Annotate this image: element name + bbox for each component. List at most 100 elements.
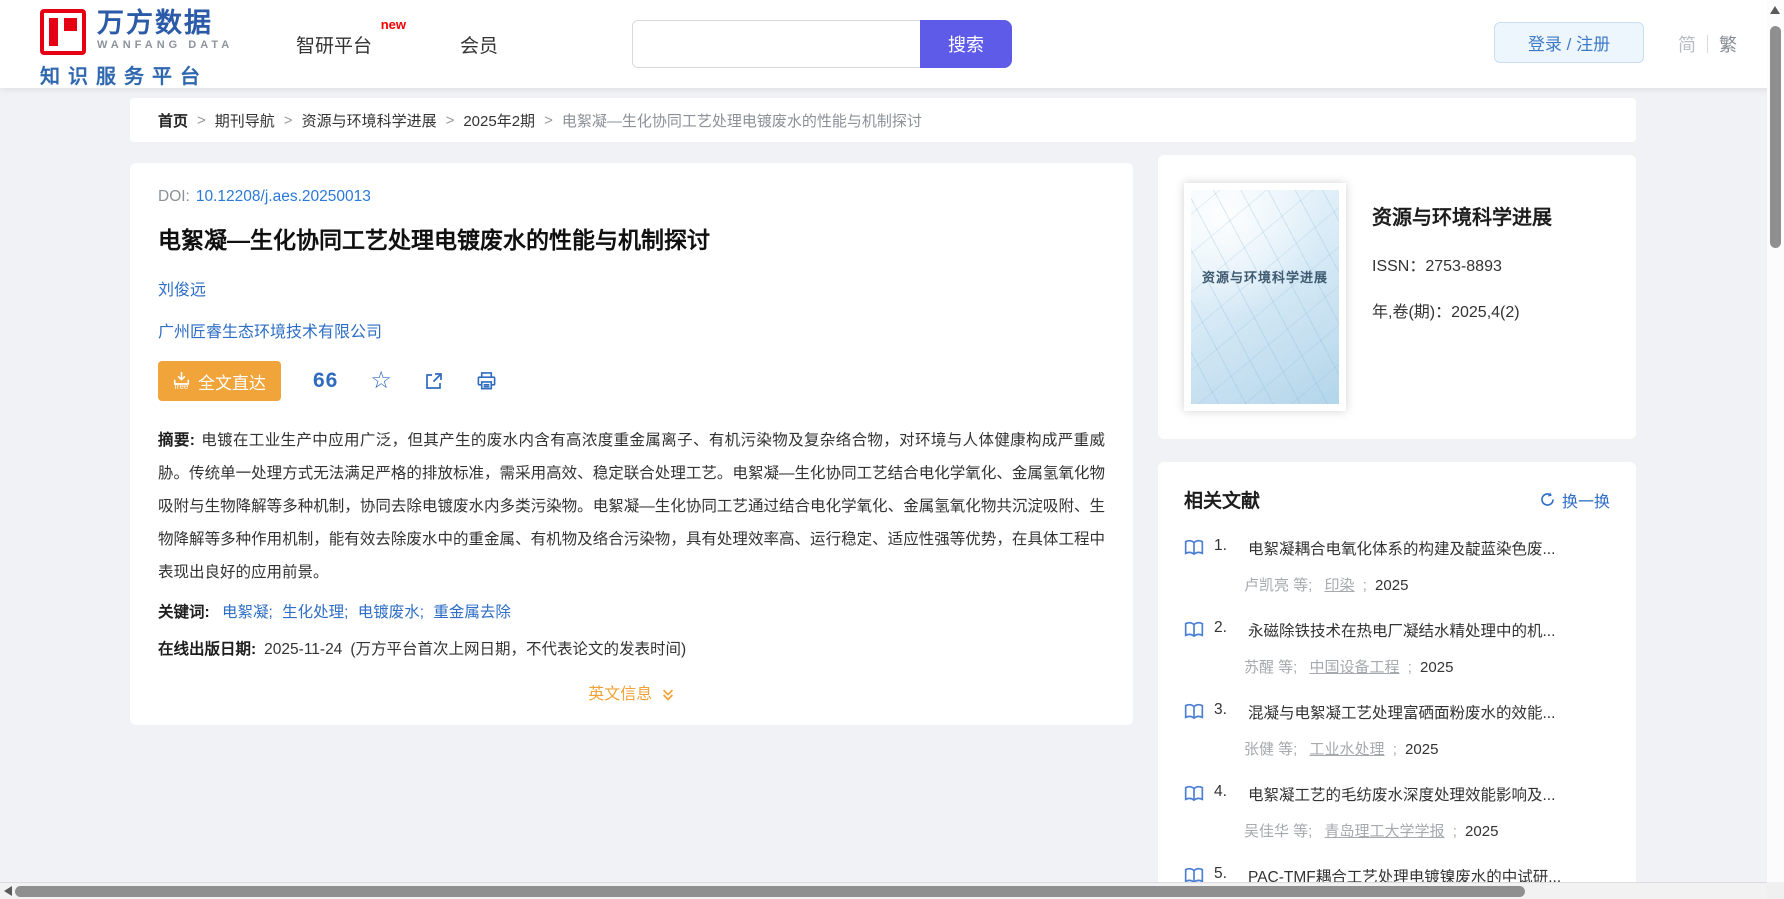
related-item-title[interactable]: 混凝与电絮凝工艺处理富硒面粉废水的效能... bbox=[1248, 701, 1610, 723]
cite-icon[interactable]: 66 bbox=[313, 369, 338, 393]
keyword-link[interactable]: 电絮凝 bbox=[222, 604, 269, 621]
new-badge: new bbox=[380, 16, 407, 32]
related-title: 相关文献 bbox=[1184, 491, 1261, 512]
search-button[interactable]: 搜索 bbox=[920, 20, 1012, 68]
breadcrumb-issue[interactable]: 2025年2期 bbox=[463, 110, 535, 131]
refresh-label: 换一换 bbox=[1561, 493, 1610, 511]
lang-divider bbox=[1707, 35, 1708, 53]
keyword-separator: ; bbox=[268, 604, 273, 621]
horizontal-scrollbar-thumb[interactable] bbox=[15, 886, 1525, 897]
brand-tagline: 知识服务平台 bbox=[40, 66, 208, 88]
related-item-number: 5. bbox=[1214, 865, 1227, 882]
related-item-number: 1. bbox=[1214, 537, 1227, 554]
pubdate-note: (万方平台首次上网日期，不代表论文的发表时间) bbox=[350, 641, 687, 658]
related-item: 4. 电絮凝工艺的毛纺废水深度处理效能影响及... 吴佳华 等; 青岛理工大学学… bbox=[1184, 783, 1610, 841]
pubdate-label: 在线出版日期: bbox=[158, 641, 257, 658]
vertical-scrollbar-thumb[interactable] bbox=[1770, 26, 1781, 248]
pubdate-value: 2025-11-24 bbox=[264, 641, 343, 658]
related-source-link[interactable]: 工业水处理 bbox=[1310, 741, 1385, 758]
nav-member[interactable]: 会员 bbox=[460, 31, 498, 58]
related-source-link[interactable]: 印染 bbox=[1325, 577, 1355, 594]
keywords-row: 关键词: 电絮凝; 生化处理; 电镀废水; 重金属去除 bbox=[158, 600, 1105, 622]
keyword-separator: ; bbox=[419, 604, 425, 621]
fulltext-label: 全文直达 bbox=[198, 373, 266, 393]
related-item-meta: 张健 等; 工业水处理 ; 2025 bbox=[1184, 738, 1610, 759]
page: 万方数据 WANFANG DATA 知识服务平台 智研平台 new 会员 搜索 … bbox=[0, 0, 1784, 899]
lang-traditional[interactable]: 繁 bbox=[1719, 31, 1737, 57]
vertical-scrollbar[interactable] bbox=[1767, 0, 1784, 882]
keyword-link[interactable]: 重金属去除 bbox=[433, 604, 511, 621]
meta-separator: ; bbox=[1452, 823, 1457, 840]
fulltext-button[interactable]: free 全文直达 bbox=[158, 361, 281, 401]
wanfang-logo[interactable]: 万方数据 WANFANG DATA 知识服务平台 bbox=[40, 9, 233, 89]
journal-card: 资源与环境科学进展 资源与环境科学进展 ISSN：2753-8893 年,卷(期… bbox=[1158, 155, 1636, 439]
doi-label: DOI: bbox=[158, 188, 190, 205]
affiliation-link[interactable]: 广州匠睿生态环境技术有限公司 bbox=[158, 318, 1105, 342]
breadcrumb-separator: > bbox=[283, 111, 293, 129]
related-item-meta: 吴佳华 等; 青岛理工大学学报 ; 2025 bbox=[1184, 820, 1610, 841]
volume-value: 2025,4(2) bbox=[1451, 304, 1520, 321]
search-bar: 搜索 bbox=[632, 20, 1012, 68]
breadcrumb-home[interactable]: 首页 bbox=[158, 110, 188, 131]
horizontal-scrollbar[interactable] bbox=[0, 882, 1767, 899]
book-icon bbox=[1184, 785, 1204, 807]
article-title: 电絮凝—生化协同工艺处理电镀废水的性能与机制探讨 bbox=[158, 227, 710, 253]
keyword-link[interactable]: 电镀废水 bbox=[358, 604, 420, 621]
related-authors: 张健 等; bbox=[1244, 741, 1298, 758]
keywords-label: 关键词: bbox=[158, 604, 210, 621]
keyword-separator: ; bbox=[344, 604, 349, 621]
scroll-up-arrow-icon[interactable] bbox=[1770, 6, 1780, 14]
related-item: 3. 混凝与电絮凝工艺处理富硒面粉废水的效能... 张健 等; 工业水处理 ; … bbox=[1184, 701, 1610, 759]
nav-zhiyan-label: 智研平台 bbox=[296, 35, 373, 57]
doi-row: DOI: 10.12208/j.aes.20250013 bbox=[158, 188, 1105, 206]
nav-zhiyan-platform[interactable]: 智研平台 new bbox=[296, 17, 406, 58]
lang-simplified[interactable]: 简 bbox=[1678, 31, 1696, 57]
wanfang-logo-icon bbox=[40, 9, 86, 55]
related-year: 2025 bbox=[1420, 659, 1454, 676]
refresh-icon bbox=[1541, 492, 1554, 506]
doi-link[interactable]: 10.12208/j.aes.20250013 bbox=[196, 188, 371, 205]
related-item-number: 4. bbox=[1214, 783, 1227, 800]
journal-volume-row: 年,卷(期)：2025,4(2) bbox=[1372, 298, 1552, 322]
login-register-button[interactable]: 登录 / 注册 bbox=[1494, 22, 1644, 63]
related-item-meta: 苏醒 等; 中国设备工程 ; 2025 bbox=[1184, 656, 1610, 677]
breadcrumb-journal-nav[interactable]: 期刊导航 bbox=[215, 110, 275, 131]
journal-name[interactable]: 资源与环境科学进展 bbox=[1372, 201, 1552, 230]
breadcrumb-current: 电絮凝—生化协同工艺处理电镀废水的性能与机制探讨 bbox=[561, 112, 922, 130]
related-authors: 卢凯亮 等; bbox=[1244, 577, 1313, 594]
related-source-link[interactable]: 青岛理工大学学报 bbox=[1325, 823, 1445, 840]
author-link[interactable]: 刘俊远 bbox=[158, 276, 1105, 300]
favorite-star-icon[interactable]: ☆ bbox=[370, 369, 392, 393]
book-icon bbox=[1184, 539, 1204, 561]
online-pubdate-row: 在线出版日期: 2025-11-24 (万方平台首次上网日期，不代表论文的发表时间) bbox=[158, 637, 1105, 659]
related-item-title[interactable]: 电絮凝耦合电氧化体系的构建及靛蓝染色废... bbox=[1248, 537, 1610, 559]
refresh-related-button[interactable]: 换一换 bbox=[1539, 488, 1610, 512]
breadcrumb-journal[interactable]: 资源与环境科学进展 bbox=[302, 110, 437, 131]
related-year: 2025 bbox=[1465, 823, 1499, 840]
meta-separator: ; bbox=[1392, 741, 1397, 758]
book-icon bbox=[1184, 703, 1204, 725]
share-export-icon[interactable] bbox=[424, 371, 444, 391]
related-literature-card: 相关文献 换一换 1. 电絮凝耦合电氧化体系的构建及靛蓝染色废... 卢凯亮 等… bbox=[1158, 462, 1636, 899]
related-item-title[interactable]: 电絮凝工艺的毛纺废水深度处理效能影响及... bbox=[1248, 783, 1610, 805]
language-switch: 简 繁 bbox=[1678, 0, 1737, 88]
related-item-meta: 卢凯亮 等; 印染 ; 2025 bbox=[1184, 574, 1610, 595]
abstract: 摘要: 电镀在工业生产中应用广泛，但其产生的废水内含有高浓度重金属离子、有机污染物… bbox=[158, 424, 1105, 589]
meta-separator: ; bbox=[1407, 659, 1412, 676]
related-year: 2025 bbox=[1405, 741, 1439, 758]
nav-member-label: 会员 bbox=[460, 35, 499, 57]
brand-name: 万方数据 bbox=[97, 8, 213, 38]
print-icon[interactable] bbox=[476, 371, 497, 391]
keyword-link[interactable]: 生化处理 bbox=[282, 604, 344, 621]
related-item-title[interactable]: 永磁除铁技术在热电厂凝结水精处理中的机... bbox=[1248, 619, 1610, 641]
english-info-toggle[interactable]: 英文信息 bbox=[158, 680, 1105, 704]
breadcrumb-separator: > bbox=[445, 111, 455, 129]
journal-cover[interactable]: 资源与环境科学进展 bbox=[1184, 183, 1346, 411]
abstract-label: 摘要: bbox=[158, 432, 195, 449]
related-item: 1. 电絮凝耦合电氧化体系的构建及靛蓝染色废... 卢凯亮 等; 印染 ; 20… bbox=[1184, 537, 1610, 595]
related-source-link[interactable]: 中国设备工程 bbox=[1310, 659, 1400, 676]
meta-separator: ; bbox=[1362, 577, 1367, 594]
search-input[interactable] bbox=[632, 20, 920, 68]
journal-cover-title: 资源与环境科学进展 bbox=[1201, 270, 1328, 286]
scroll-left-arrow-icon[interactable] bbox=[4, 886, 12, 896]
